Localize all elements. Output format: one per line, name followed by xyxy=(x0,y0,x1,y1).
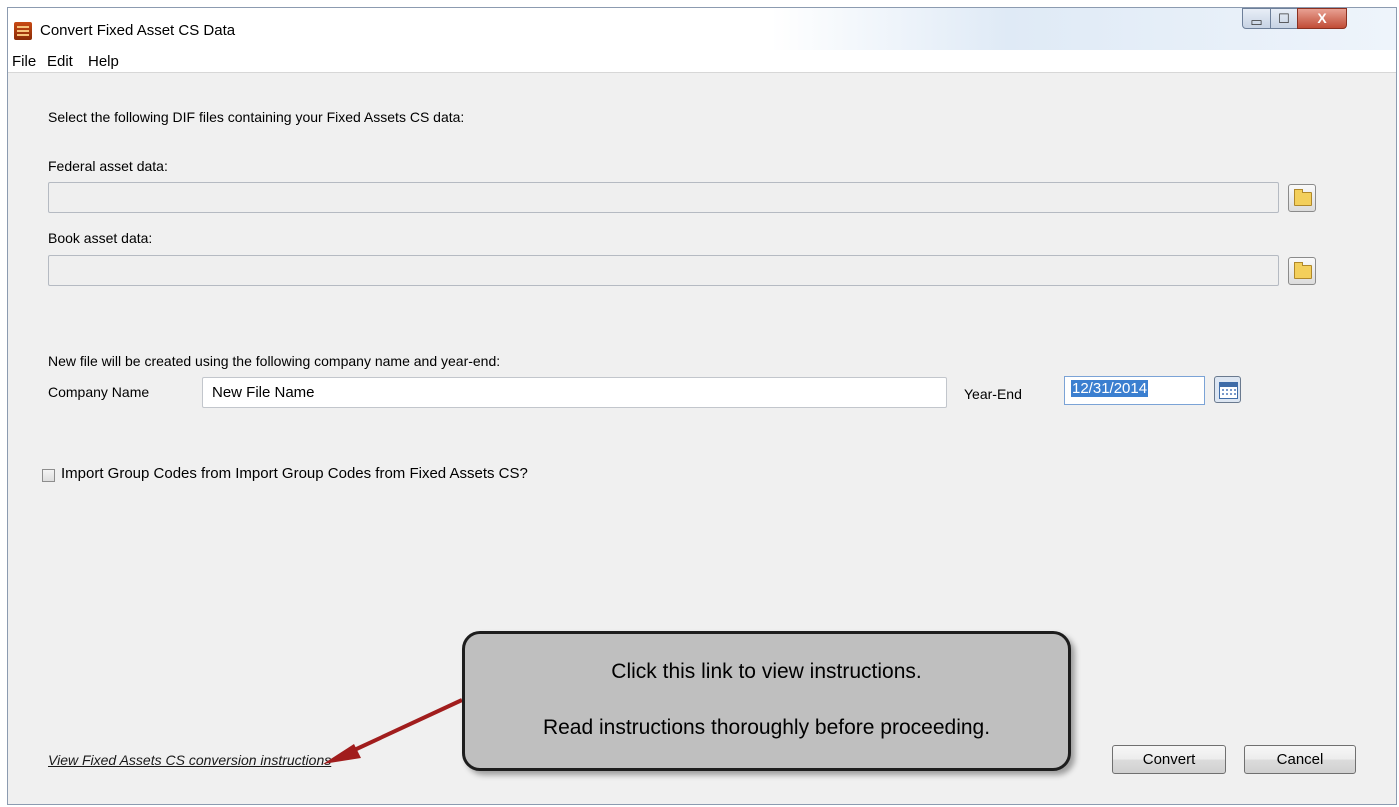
arrow-head xyxy=(323,744,361,764)
arrow-shaft xyxy=(349,698,463,754)
instruction-callout: Click this link to view instructions. Re… xyxy=(462,631,1071,771)
callout-line-2: Read instructions thoroughly before proc… xyxy=(542,716,991,739)
callout-line-1: Click this link to view instructions. xyxy=(611,660,922,683)
